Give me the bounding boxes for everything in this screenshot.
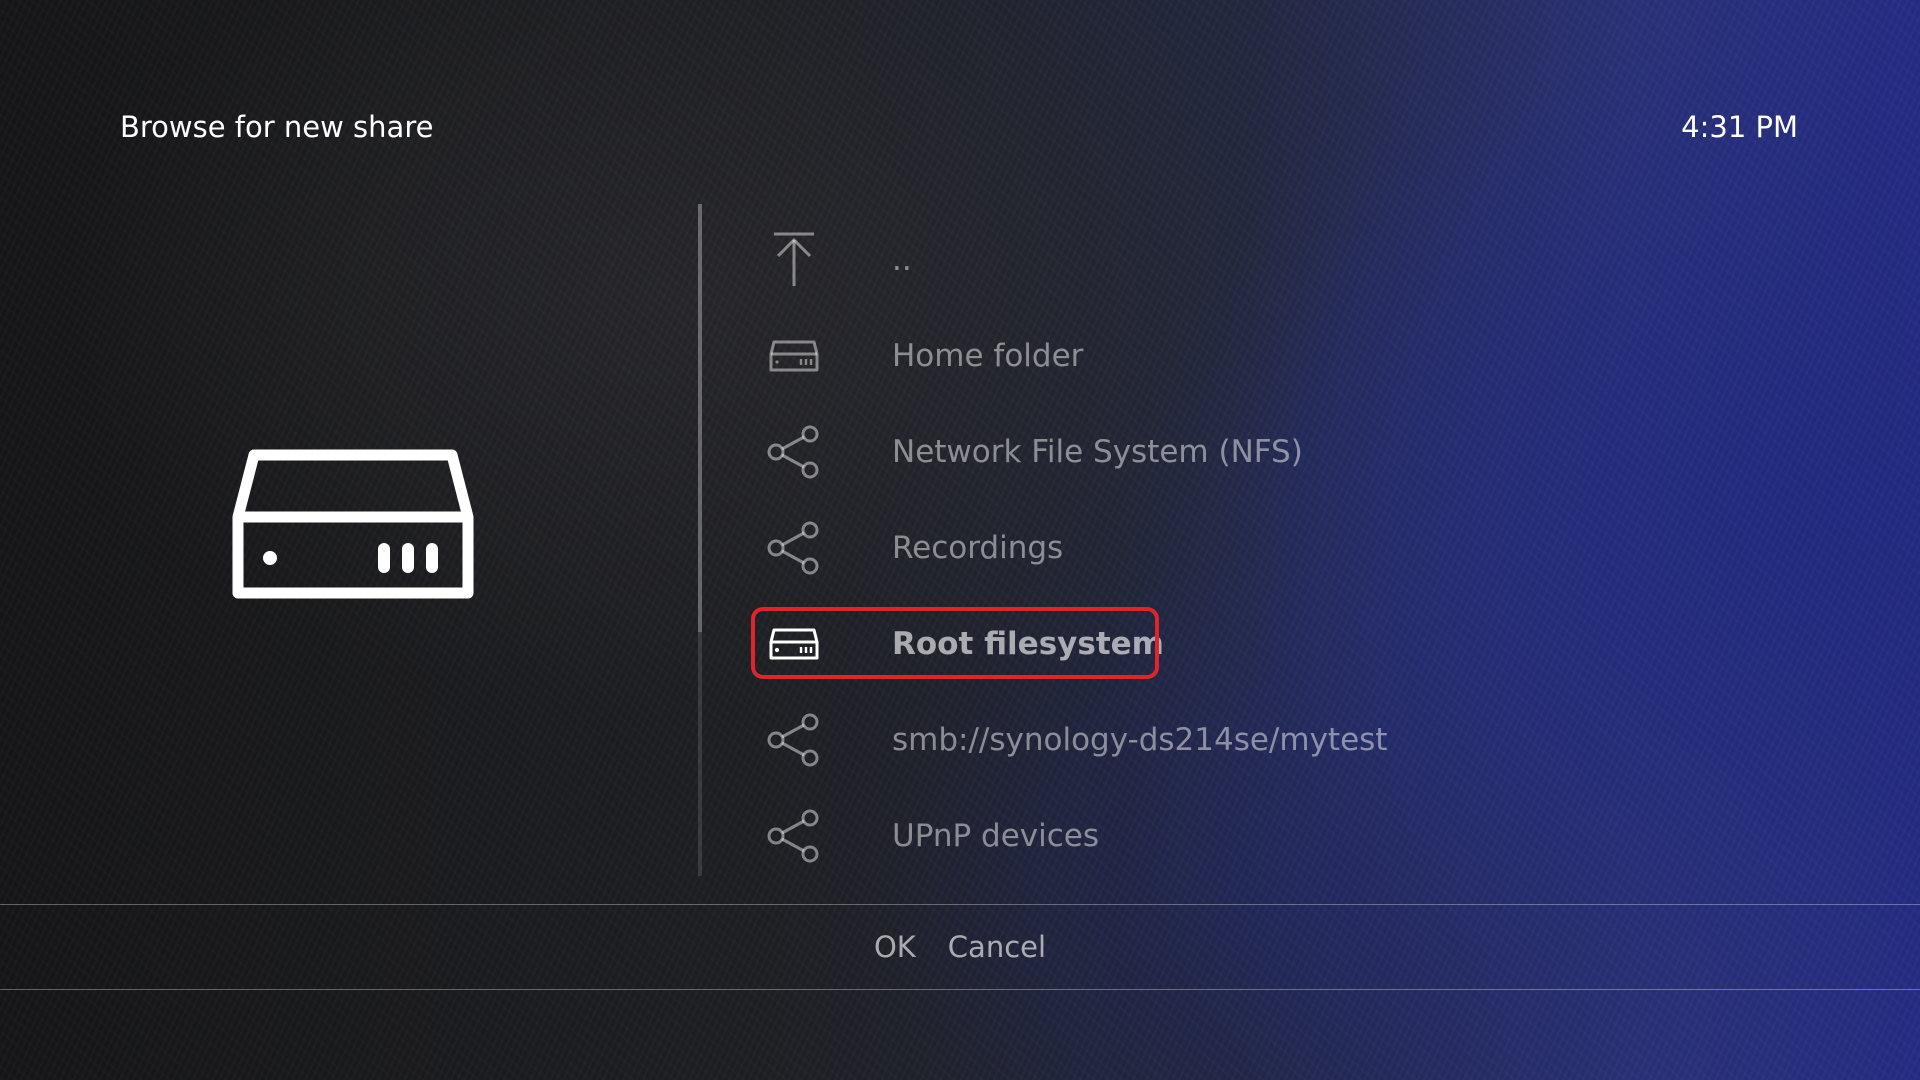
parent-folder-icon [762, 228, 826, 292]
scrollbar-thumb[interactable] [698, 204, 702, 632]
dialog-title: Browse for new share [120, 110, 434, 144]
list-item-parent[interactable]: .. [752, 212, 1652, 308]
share-icon [762, 516, 826, 580]
list-item-label: UPnP devices [892, 818, 1100, 854]
list-item-nfs[interactable]: Network File System (NFS) [752, 404, 1652, 500]
focus-highlight [751, 607, 1159, 679]
list-item-recordings[interactable]: Recordings [752, 500, 1652, 596]
share-icon [762, 804, 826, 868]
divider-bottom [0, 989, 1920, 990]
button-bar: OK Cancel [0, 904, 1920, 990]
list-item-label: Home folder [892, 338, 1084, 374]
list-item-label: smb://synology-ds214se/mytest [892, 722, 1388, 758]
scrollbar[interactable] [698, 204, 702, 876]
harddisk-icon [232, 447, 474, 599]
list-item-home-folder[interactable]: Home folder [752, 308, 1652, 404]
harddisk-icon [762, 324, 826, 388]
list-item-label: Network File System (NFS) [892, 434, 1303, 470]
share-icon [762, 420, 826, 484]
list-item-upnp-devices[interactable]: UPnP devices [752, 788, 1652, 884]
cancel-button[interactable]: Cancel [932, 930, 1062, 964]
list-item-smb-share[interactable]: smb://synology-ds214se/mytest [752, 692, 1652, 788]
list-item-label: Recordings [892, 530, 1064, 566]
list-item-label: .. [892, 242, 912, 278]
ok-button[interactable]: OK [858, 930, 932, 964]
list-item-root-filesystem[interactable]: Root filesystem [751, 596, 1652, 692]
share-icon [762, 708, 826, 772]
source-list: .. Home folder Network File System (NFS)… [751, 212, 1652, 884]
clock: 4:31 PM [1681, 110, 1798, 144]
